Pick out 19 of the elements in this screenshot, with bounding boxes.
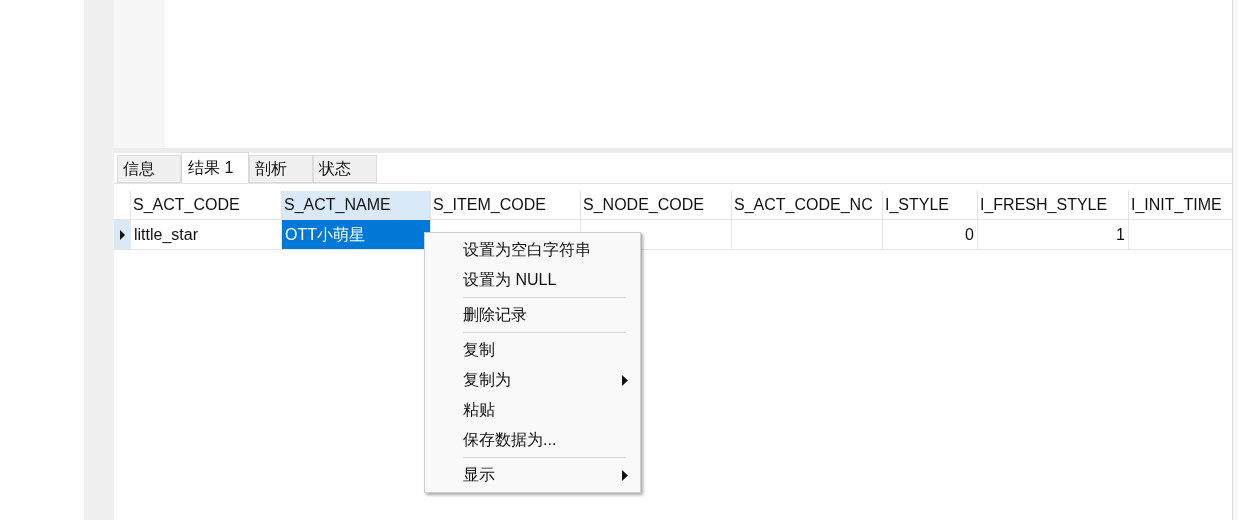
menu-item[interactable]: 保存数据为... [425, 425, 640, 455]
row-header[interactable] [114, 220, 130, 249]
result-tab[interactable]: 剖析 [249, 155, 313, 183]
result-tab[interactable]: 结果 1 [181, 152, 249, 183]
result-tab[interactable]: 状态 [313, 155, 377, 183]
menu-item[interactable]: 删除记录 [425, 300, 640, 330]
column-header[interactable]: S_ACT_NAME [281, 191, 430, 219]
submenu-arrow-icon [622, 375, 628, 386]
table-cell[interactable]: 0 [882, 220, 977, 249]
menu-item[interactable]: 复制 [425, 335, 640, 365]
table-cell[interactable]: OTT小萌星 [281, 220, 430, 249]
menu-item[interactable]: 显示 [425, 460, 640, 490]
row-pointer-icon [119, 229, 125, 240]
menu-item[interactable]: 设置为 NULL [425, 265, 640, 295]
table-cell[interactable]: 1 [977, 220, 1128, 249]
submenu-arrow-icon [622, 470, 628, 481]
menu-item[interactable]: 粘贴 [425, 395, 640, 425]
menu-item[interactable]: 复制为 [425, 365, 640, 395]
result-tab[interactable]: 信息 [117, 155, 181, 183]
